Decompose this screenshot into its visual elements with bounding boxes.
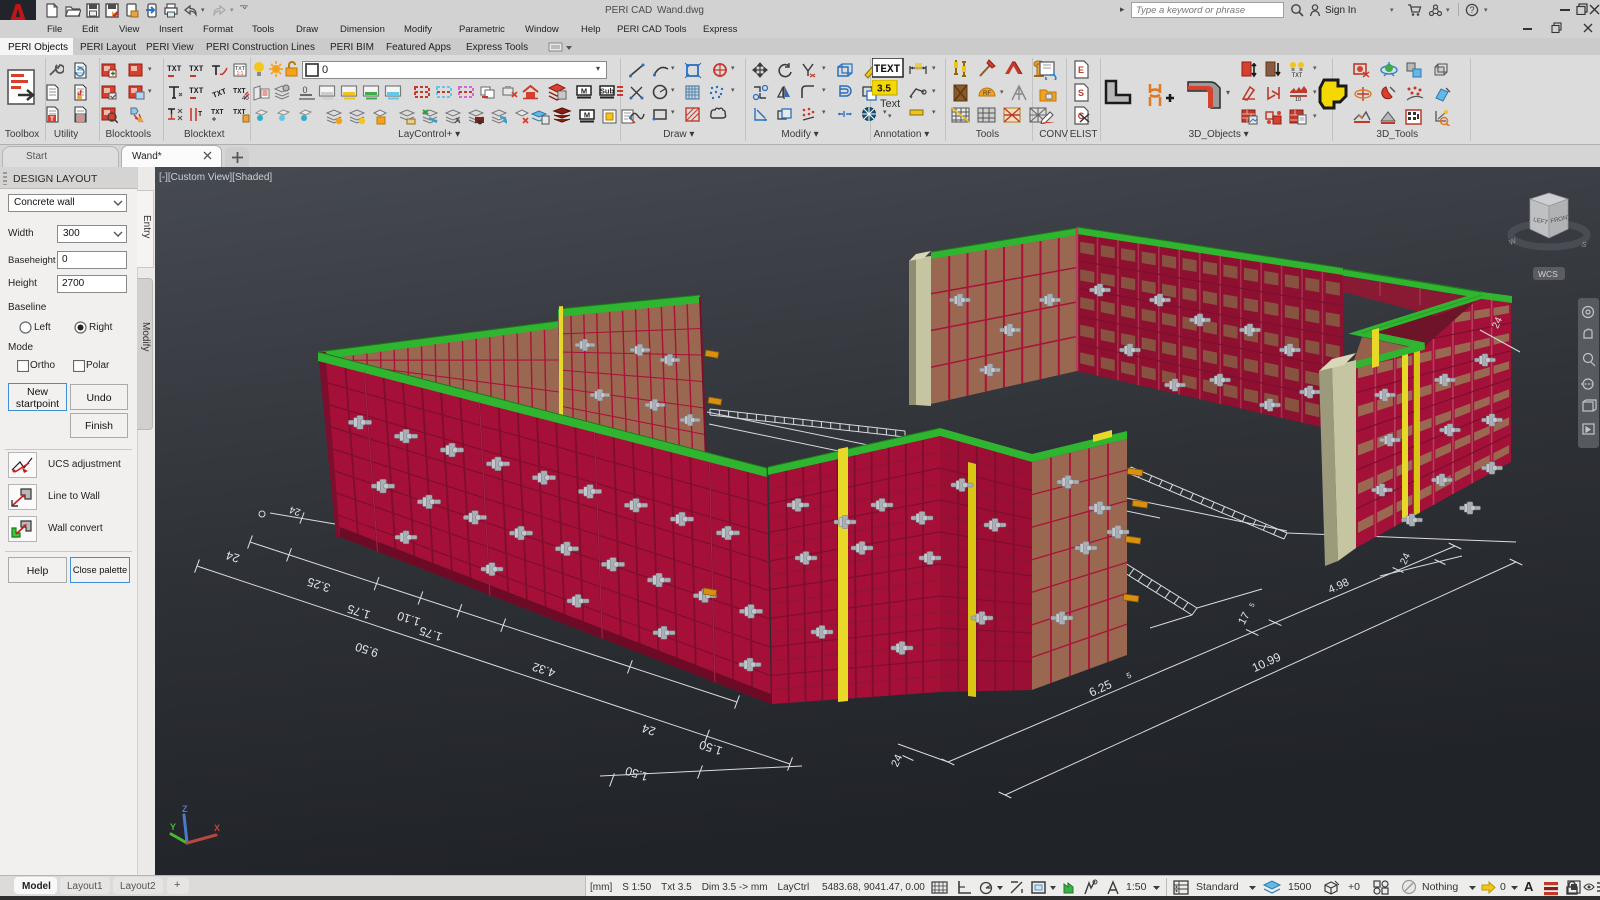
svg-text:TEXT: TEXT <box>874 64 901 76</box>
svg-text:1:1: 1:1 <box>237 71 244 77</box>
svg-text:RF: RF <box>983 91 991 97</box>
svg-text:TXT: TXT <box>189 87 204 96</box>
svg-text:[-][Custom View][Shaded]: [-][Custom View][Shaded] <box>159 172 272 183</box>
svg-text:M: M <box>584 111 590 120</box>
svg-text:Y: Y <box>170 822 176 832</box>
svg-text:M: M <box>581 87 587 96</box>
svg-text:T: T <box>198 111 202 119</box>
svg-text:0: 0 <box>302 85 307 95</box>
svg-text:10: 10 <box>1295 97 1301 103</box>
svg-text:E: E <box>1078 65 1084 75</box>
svg-text:?: ? <box>1469 5 1474 15</box>
svg-text:40: 40 <box>242 96 249 101</box>
svg-text:TXT: TXT <box>211 109 224 117</box>
svg-text:TXT: TXT <box>211 87 228 100</box>
svg-text:T: T <box>50 116 54 123</box>
svg-text:TXT: TXT <box>167 65 182 74</box>
svg-text:TXT: TXT <box>1292 72 1303 79</box>
svg-text:Sub: Sub <box>600 87 615 96</box>
svg-text:TXT: TXT <box>189 65 204 74</box>
svg-text:X: X <box>214 823 220 833</box>
svg-text:S: S <box>1078 88 1084 98</box>
svg-text:Z: Z <box>182 804 188 814</box>
svg-text:TXT: TXT <box>233 88 246 96</box>
svg-text:3.5: 3.5 <box>877 84 891 95</box>
svg-text:WCS: WCS <box>1538 269 1558 279</box>
